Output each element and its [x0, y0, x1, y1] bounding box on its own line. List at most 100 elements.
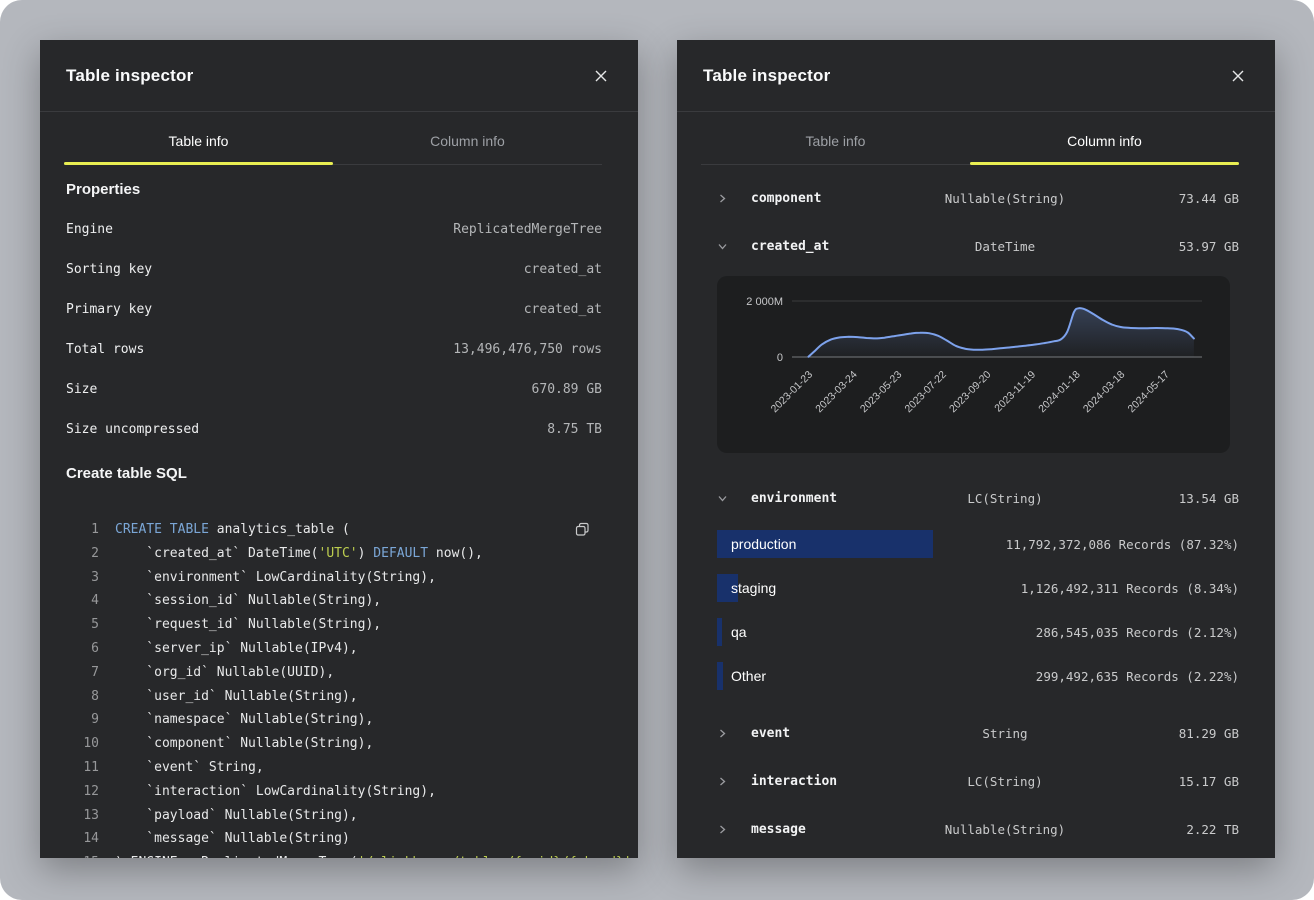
chevron-down-icon [717, 493, 751, 504]
sql-line-code: `environment` LowCardinality(String), [115, 566, 436, 590]
created-at-histogram: 2 000M02023-01-232023-03-242023-05-23202… [717, 276, 1230, 453]
copy-sql-button[interactable] [573, 520, 592, 539]
value-bar [717, 618, 722, 646]
svg-text:2024-03-18: 2024-03-18 [1081, 369, 1128, 416]
sql-line-number: 5 [66, 613, 99, 637]
column-type: LC(String) [901, 774, 1109, 789]
sql-line-code: `user_id` Nullable(String), [115, 685, 358, 709]
property-row: Engine ReplicatedMergeTree [66, 209, 602, 249]
sql-line-number: 15 [66, 851, 99, 858]
sql-line-code: `payload` Nullable(String), [115, 804, 358, 828]
svg-text:2024-01-18: 2024-01-18 [1036, 369, 1083, 416]
property-value: created_at [524, 262, 602, 277]
column-row-event[interactable]: eventString81.29 GB [717, 709, 1239, 757]
sql-line-number: 2 [66, 542, 99, 566]
sql-code-block: 1CREATE TABLE analytics_table (2 `create… [66, 518, 602, 858]
sql-line-number: 7 [66, 661, 99, 685]
table-inspector-dialog-table-info: Table inspector Table info Column info P… [40, 40, 638, 858]
value-row-qa: qa 286,545,035 Records (2.12%) [717, 610, 1239, 654]
create-table-sql-heading: Create table SQL [66, 463, 602, 485]
column-name: message [751, 822, 901, 837]
chevron-right-icon [717, 776, 751, 787]
sql-line-number: 9 [66, 708, 99, 732]
close-button[interactable] [590, 65, 612, 87]
property-label: Size [66, 382, 97, 397]
tab-column-info[interactable]: Column info [970, 112, 1239, 165]
svg-text:0: 0 [777, 352, 783, 364]
dialog-header: Table inspector [40, 40, 638, 112]
sql-line: 5 `request_id` Nullable(String), [66, 613, 602, 637]
property-row: Size 670.89 GB [66, 369, 602, 409]
sql-line-code: `namespace` Nullable(String), [115, 708, 373, 732]
properties-heading: Properties [66, 179, 602, 201]
property-label: Primary key [66, 302, 152, 317]
sql-line-number: 12 [66, 780, 99, 804]
chevron-right-icon [717, 728, 751, 739]
value-records: 1,126,492,311 Records (8.34%) [1021, 581, 1239, 596]
copy-icon [575, 525, 590, 540]
column-row-message[interactable]: messageNullable(String)2.22 TB [717, 805, 1239, 853]
sql-line-code: `interaction` LowCardinality(String), [115, 780, 436, 804]
screenshot-root: Table inspector Table info Column info P… [0, 0, 1314, 900]
sql-line: 12 `interaction` LowCardinality(String), [66, 780, 602, 804]
value-row-other: Other 299,492,635 Records (2.22%) [717, 654, 1239, 698]
value-label: qa [731, 624, 747, 640]
chevron-right-icon [717, 824, 751, 835]
column-size: 73.44 GB [1109, 191, 1239, 206]
sql-line: 9 `namespace` Nullable(String), [66, 708, 602, 732]
sql-line-number: 13 [66, 804, 99, 828]
value-label: production [731, 536, 796, 552]
sql-line-code: `request_id` Nullable(String), [115, 613, 381, 637]
sql-line: 14 `message` Nullable(String) [66, 827, 602, 851]
column-row-interaction[interactable]: interactionLC(String)15.17 GB [717, 757, 1239, 805]
sql-line-code: ) ENGINE = ReplicatedMergeTree('/clickho… [115, 851, 638, 858]
value-records: 299,492,635 Records (2.22%) [1036, 669, 1239, 684]
column-size: 53.97 GB [1109, 239, 1239, 254]
chevron-right-icon [717, 193, 751, 204]
sql-line: 3 `environment` LowCardinality(String), [66, 566, 602, 590]
close-button[interactable] [1227, 65, 1249, 87]
svg-text:2023-11-19: 2023-11-19 [992, 369, 1038, 415]
value-row-staging: staging1,126,492,311 Records (8.34%) [717, 566, 1239, 610]
property-label: Engine [66, 222, 113, 237]
svg-text:2023-09-20: 2023-09-20 [947, 369, 994, 416]
property-value: 13,496,476,750 rows [453, 342, 602, 357]
property-value: 670.89 GB [532, 382, 602, 397]
value-bar [717, 662, 723, 690]
svg-text:2 000M: 2 000M [746, 296, 783, 308]
dialog-header: Table inspector [677, 40, 1275, 112]
dialog-title: Table inspector [703, 66, 830, 86]
sql-line: 6 `server_ip` Nullable(IPv4), [66, 637, 602, 661]
property-row: Size uncompressed8.75 TB [66, 409, 602, 449]
sql-line: 4 `session_id` Nullable(String), [66, 589, 602, 613]
column-name: interaction [751, 774, 901, 789]
sql-line-code: `org_id` Nullable(UUID), [115, 661, 334, 685]
sql-lines: 1CREATE TABLE analytics_table (2 `create… [66, 518, 602, 858]
property-value: ReplicatedMergeTree [453, 222, 602, 237]
property-row: Total rows 13,496,476,750 rows [66, 329, 602, 369]
tab-table-info[interactable]: Table info [701, 112, 970, 165]
column-name: environment [751, 491, 901, 506]
table-info-body: Properties EngineReplicatedMergeTreeSort… [40, 179, 638, 858]
column-size: 13.54 GB [1109, 491, 1239, 506]
tab-column-info[interactable]: Column info [333, 112, 602, 165]
column-row-component[interactable]: componentNullable(String)73.44 GB [717, 174, 1239, 222]
environment-top-values: production11,792,372,086 Records (87.32%… [717, 522, 1239, 698]
sql-line-number: 6 [66, 637, 99, 661]
property-value: 8.75 TB [547, 422, 602, 437]
property-label: Total rows [66, 342, 144, 357]
table-inspector-dialog-column-info: Table inspector Table info Column info c… [677, 40, 1275, 858]
column-row-environment[interactable]: environmentLC(String)13.54 GB [717, 474, 1239, 522]
value-records: 286,545,035 Records (2.12%) [1036, 625, 1239, 640]
sql-line-code: `created_at` DateTime('UTC') DEFAULT now… [115, 542, 483, 566]
sql-line-number: 8 [66, 685, 99, 709]
svg-text:2023-05-23: 2023-05-23 [858, 369, 905, 416]
sql-line-code: `event` String, [115, 756, 264, 780]
sql-line: 8 `user_id` Nullable(String), [66, 685, 602, 709]
column-row-created_at[interactable]: created_atDateTime53.97 GB [717, 222, 1239, 270]
sql-line: 2 `created_at` DateTime('UTC') DEFAULT n… [66, 542, 602, 566]
svg-text:2024-05-17: 2024-05-17 [1125, 369, 1172, 416]
tab-table-info[interactable]: Table info [64, 112, 333, 165]
property-row: Primary keycreated_at [66, 289, 602, 329]
value-label: Other [731, 668, 766, 684]
